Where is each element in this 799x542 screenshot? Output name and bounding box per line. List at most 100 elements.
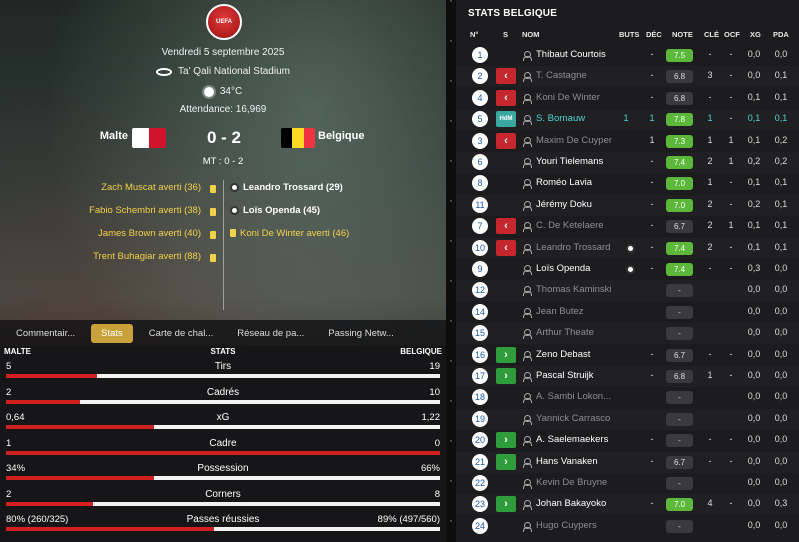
cell-ocf: - — [729, 113, 733, 124]
rating-badge: 7.8 — [666, 113, 693, 127]
col-buts[interactable]: BUTS — [619, 30, 639, 39]
temperature: 34°C — [219, 86, 243, 97]
player-name[interactable]: Roméo Lavia — [536, 177, 592, 188]
player-icon — [523, 158, 532, 168]
col-s[interactable]: S — [503, 30, 508, 39]
player-name[interactable]: Youri Tielemans — [536, 156, 603, 167]
player-row[interactable]: 2 ‹ T. Castagne - 3 - 0,0 0,1 6.8 — [456, 66, 799, 88]
player-row[interactable]: 17 › Pascal Struijk - 1 - 0,0 0,0 6.8 — [456, 366, 799, 387]
player-row[interactable]: 21 › Hans Vanaken - - - 0,0 0,0 6.7 — [456, 451, 799, 473]
player-name[interactable]: Thomas Kaminski — [536, 284, 612, 295]
player-name[interactable]: Leandro Trossard — [536, 242, 610, 253]
col-note[interactable]: NOTE — [672, 30, 693, 39]
player-row[interactable]: 5 HdM S. Bornauw 1 1 1 - 0,1 0,1 7.8 — [456, 109, 799, 131]
player-name[interactable]: Kevin De Bruyne — [536, 477, 607, 488]
splitter-grip[interactable] — [450, 0, 452, 542]
player-name[interactable]: Johan Bakayoko — [536, 498, 606, 509]
player-row[interactable]: 18 A. Sambi Lokon... 0,0 0,0 - — [456, 387, 799, 408]
player-row[interactable]: 10 ‹ Leandro Trossard - 2 - 0,1 0,1 7.4 — [456, 237, 799, 259]
cell-ocf: - — [729, 177, 733, 188]
cell-pda: 0,0 — [774, 327, 788, 338]
sun-icon — [203, 86, 214, 97]
stadium-icon — [156, 67, 173, 76]
player-row[interactable]: 11 Jérémy Doku - 2 - 0,2 0,1 7.0 — [456, 194, 799, 216]
col-cle[interactable]: CLÉ — [704, 30, 719, 39]
cell-xg: 0,1 — [747, 91, 761, 102]
player-name[interactable]: Thibaut Courtois — [536, 49, 606, 60]
player-row[interactable]: 23 › Johan Bakayoko - 4 - 0,0 0,3 7.0 — [456, 494, 799, 516]
player-icon — [523, 350, 532, 361]
tab-shot-map[interactable]: Carte de chal... — [141, 324, 221, 343]
player-name[interactable]: Pascal Struijk — [536, 370, 594, 381]
stats-header: MALTE STATS BELGIQUE — [0, 346, 446, 358]
player-name[interactable]: A. Saelemaekers — [536, 434, 608, 445]
player-row[interactable]: 1 Thibaut Courtois - - - 0,0 0,0 7.5 — [456, 45, 799, 66]
home-event: James Brown averti (40) — [98, 228, 201, 239]
player-row[interactable]: 20 › A. Saelemaekers - - - 0,0 0,0 - — [456, 430, 799, 451]
player-row[interactable]: 15 Arthur Theate 0,0 0,0 - — [456, 323, 799, 345]
player-name[interactable]: Jean Butez — [536, 306, 584, 317]
player-row[interactable]: 3 ‹ Maxim De Cuyper 1 1 1 0,1 0,2 7.3 — [456, 131, 799, 152]
tab-stats[interactable]: Stats — [91, 323, 133, 343]
player-row[interactable]: 9 Loïs Openda - - - 0,3 0,0 7.4 — [456, 259, 799, 280]
cell-pda: 0,1 — [774, 70, 788, 81]
col-xg[interactable]: XG — [750, 30, 761, 39]
tab-pass-network[interactable]: Réseau de pa... — [229, 324, 312, 343]
player-row[interactable]: 24 Hugo Cuypers 0,0 0,0 - — [456, 516, 799, 537]
player-name[interactable]: T. Castagne — [536, 70, 587, 81]
player-name[interactable]: C. De Ketelaere — [536, 220, 604, 231]
player-row[interactable]: 22 Kevin De Bruyne 0,0 0,0 - — [456, 473, 799, 494]
player-name[interactable]: Loïs Openda — [536, 263, 590, 274]
player-name[interactable]: Hans Vanaken — [536, 456, 598, 467]
attendance: Attendance: 16,969 — [179, 104, 267, 115]
player-name[interactable]: A. Sambi Lokon... — [536, 391, 611, 402]
player-row[interactable]: 16 › Zeno Debast - - - 0,0 0,0 6.7 — [456, 345, 799, 366]
player-row[interactable]: 4 ‹ Koni De Winter - - - 0,1 0,1 6.8 — [456, 88, 799, 109]
shirt-number: 14 — [472, 303, 488, 320]
player-row[interactable]: 8 Roméo Lavia - 1 - 0,1 0,1 7.0 — [456, 173, 799, 194]
player-name[interactable]: Hugo Cuypers — [536, 520, 597, 531]
stat-row: 5 Tirs 19 — [0, 360, 446, 384]
tab-commentary[interactable]: Commentair... — [8, 324, 83, 343]
home-team-name[interactable]: Malte — [100, 130, 128, 142]
col-name[interactable]: NOM — [522, 30, 540, 39]
cell-xg: 0,0 — [747, 284, 761, 295]
stat-row: 2 Corners 8 — [0, 488, 446, 512]
player-name[interactable]: Zeno Debast — [536, 349, 590, 360]
cell-ocf: - — [729, 49, 733, 59]
player-icon — [523, 372, 532, 382]
col-pda[interactable]: PDA — [773, 30, 789, 39]
stat-bar-fill — [6, 476, 154, 480]
away-team-name[interactable]: Belgique — [318, 130, 364, 142]
player-row[interactable]: 12 Thomas Kaminski 0,0 0,0 - — [456, 280, 799, 302]
cell-pda: 0,0 — [774, 370, 788, 380]
player-name[interactable]: Maxim De Cuyper — [536, 135, 612, 146]
yellow-card-icon — [210, 185, 216, 193]
cell-ocf: - — [729, 455, 733, 466]
tab-passing-network[interactable]: Passing Netw... — [320, 324, 401, 343]
stat-bar — [6, 399, 440, 404]
cell-dec: - — [650, 49, 654, 59]
col-ocf[interactable]: OCF — [724, 30, 740, 39]
cell-cle: 1 — [707, 177, 713, 188]
weather-row: 34°C — [0, 86, 446, 97]
player-name[interactable]: Arthur Theate — [536, 327, 594, 338]
player-row[interactable]: 7 ‹ C. De Ketelaere - 2 1 0,1 0,1 6.7 — [456, 216, 799, 237]
player-name[interactable]: S. Bornauw — [536, 113, 585, 124]
player-icon — [523, 243, 532, 254]
player-row[interactable]: 6 Youri Tielemans - 2 1 0,2 0,2 7.4 — [456, 152, 799, 173]
player-row[interactable]: 14 Jean Butez 0,0 0,0 - — [456, 302, 799, 323]
player-icon — [523, 222, 532, 233]
goal-ball-icon — [626, 265, 635, 274]
panel-splitter[interactable] — [446, 0, 456, 542]
col-dec[interactable]: DÉC — [646, 30, 662, 39]
player-row[interactable]: 19 Yannick Carrasco 0,0 0,0 - — [456, 408, 799, 430]
shirt-number: 4 — [472, 89, 488, 106]
col-num[interactable]: N° — [470, 30, 478, 39]
player-name[interactable]: Koni De Winter — [536, 92, 600, 103]
player-name[interactable]: Yannick Carrasco — [536, 413, 610, 424]
player-name[interactable]: Jérémy Doku — [536, 199, 592, 210]
stat-away-value: 8 — [434, 488, 440, 500]
belgium-flag-icon — [281, 128, 315, 148]
cell-dec: - — [650, 220, 654, 231]
